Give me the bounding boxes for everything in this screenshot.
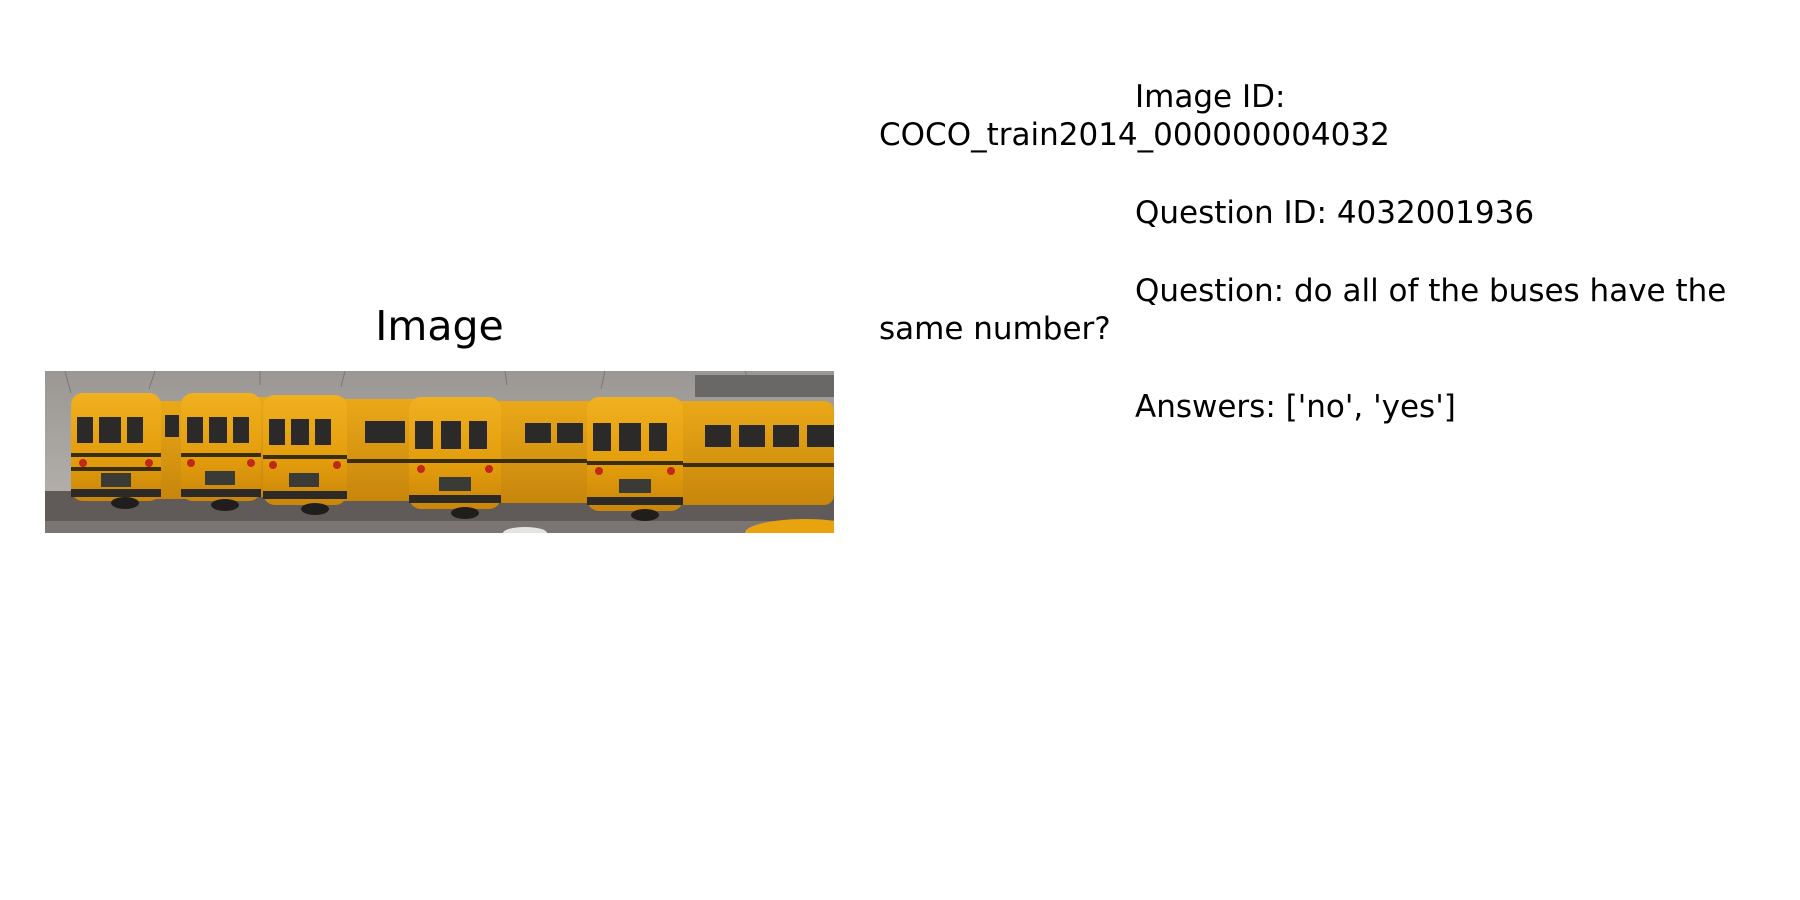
image-panel-title: Image — [375, 302, 504, 350]
image-id-label: Image ID: — [1135, 79, 1286, 115]
image-id-line: Image ID: COCO_train2014_000000004032 — [879, 78, 1779, 154]
answers-label: Answers: — [1135, 389, 1276, 425]
question-id-line: Question ID: 4032001936 — [879, 194, 1779, 232]
answers-line: Answers: ['no', 'yes'] — [879, 388, 1779, 426]
image-id-value: COCO_train2014_000000004032 — [879, 117, 1390, 153]
question-line: Question: do all of the buses have the s… — [879, 272, 1779, 348]
question-id-label: Question ID: — [1135, 195, 1327, 231]
question-label: Question: — [1135, 273, 1285, 309]
question-info-panel: Image ID: COCO_train2014_000000004032 Qu… — [879, 78, 1779, 466]
question-id-value: 4032001936 — [1336, 195, 1535, 231]
answers-value: ['no', 'yes'] — [1285, 389, 1456, 425]
school-buses-photo — [45, 371, 834, 533]
question-text: do all of the buses have the same number… — [879, 273, 1727, 347]
